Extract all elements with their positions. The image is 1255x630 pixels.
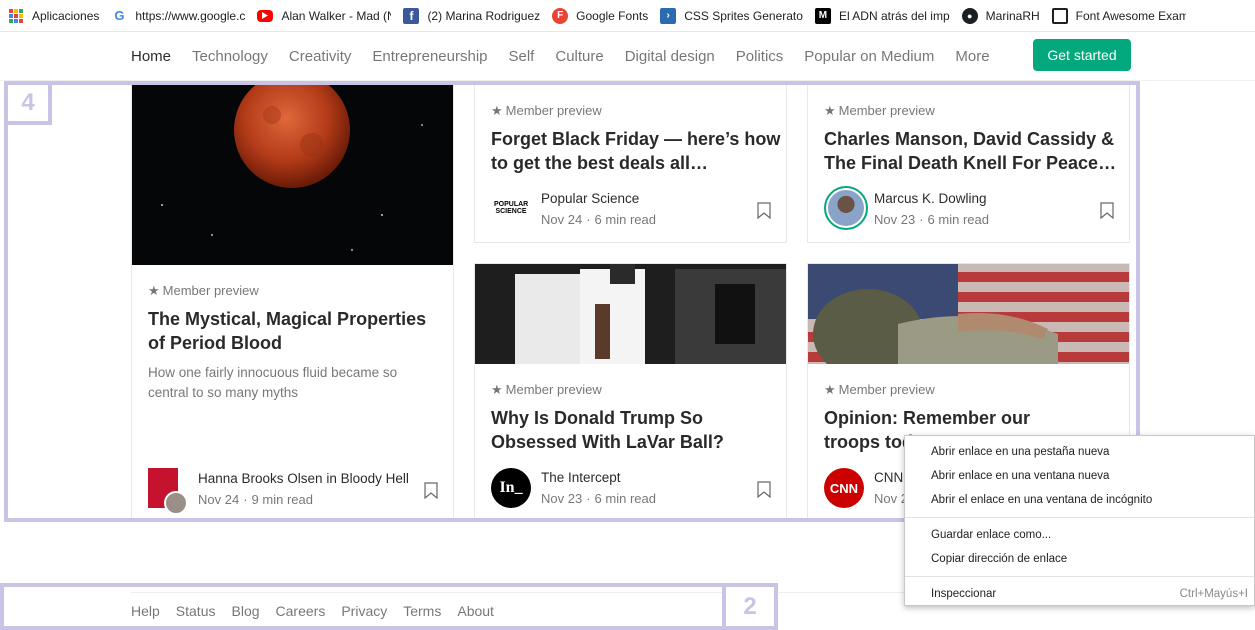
bookmark-google[interactable]: G https://www.google.c — [111, 0, 246, 31]
nav-entrepreneurship[interactable]: Entrepreneurship — [372, 48, 487, 65]
bookmark-label: Aplicaciones — [32, 8, 100, 23]
annotation-tag-2: 2 — [722, 583, 778, 630]
bookmark-facebook[interactable]: f (2) Marina Rodriguez — [403, 0, 541, 31]
bookmark-label: (2) Marina Rodriguez — [427, 8, 541, 23]
annotation-frame-footer — [0, 583, 726, 630]
ctx-open-new-window[interactable]: Abrir enlace en una ventana nueva — [905, 464, 1254, 488]
bookmark-label: Google Fonts — [576, 8, 649, 23]
apps-grid-icon — [8, 8, 24, 24]
bookmark-label: MarinaRH — [985, 8, 1040, 23]
google-icon: G — [114, 8, 125, 23]
nav-home[interactable]: Home — [131, 48, 171, 65]
ctx-inspect[interactable]: Inspeccionar Ctrl+Mayús+I — [905, 582, 1254, 606]
ctx-save-link-as[interactable]: Guardar enlace como... — [905, 523, 1254, 547]
medium-icon: M — [814, 7, 831, 24]
topic-nav: Home Technology Creativity Entrepreneurs… — [131, 40, 1011, 72]
get-started-button[interactable]: Get started — [1033, 39, 1131, 71]
bookmark-medium[interactable]: M El ADN atrás del imp — [814, 0, 950, 31]
bookmark-label: CSS Sprites Generato — [684, 8, 803, 23]
nav-self[interactable]: Self — [509, 48, 535, 65]
nav-digital-design[interactable]: Digital design — [625, 48, 715, 65]
bookmark-apps[interactable]: Aplicaciones — [8, 0, 100, 31]
ctx-open-new-tab[interactable]: Abrir enlace en una pestaña nueva — [905, 440, 1254, 464]
bookmark-label: Font Awesome Exam — [1075, 8, 1186, 23]
github-icon: ● — [961, 7, 978, 24]
youtube-icon — [257, 9, 274, 22]
bookmark-css-sprites[interactable]: › CSS Sprites Generato — [660, 0, 803, 31]
bookmark-font-awesome[interactable]: Font Awesome Exam — [1051, 0, 1186, 31]
bookmark-google-fonts[interactable]: F Google Fonts — [552, 0, 649, 31]
nav-culture[interactable]: Culture — [555, 48, 603, 65]
css-sprites-icon: › — [660, 7, 677, 24]
bookmark-label: Alan Walker - Mad (N — [281, 8, 392, 23]
bookmark-label: El ADN atrás del imp — [838, 8, 950, 23]
ctx-inspect-shortcut: Ctrl+Mayús+I — [1179, 588, 1248, 600]
bookmarks-bar: Aplicaciones G https://www.google.c Alan… — [0, 0, 1255, 32]
facebook-icon: f — [403, 7, 420, 24]
ctx-inspect-label: Inspeccionar — [931, 588, 997, 600]
ctx-separator — [905, 576, 1254, 577]
bookmark-github[interactable]: ● MarinaRH — [961, 0, 1040, 31]
annotation-tag-4: 4 — [4, 81, 52, 125]
nav-technology[interactable]: Technology — [192, 48, 268, 65]
bookmark-label: https://www.google.c — [135, 8, 246, 23]
bookmark-youtube[interactable]: Alan Walker - Mad (N — [257, 0, 392, 31]
ctx-open-incognito[interactable]: Abrir el enlace en una ventana de incógn… — [905, 488, 1254, 512]
nav-more[interactable]: More — [955, 48, 989, 65]
context-menu: Abrir enlace en una pestaña nueva Abrir … — [904, 435, 1255, 606]
nav-creativity[interactable]: Creativity — [289, 48, 352, 65]
ctx-separator — [905, 517, 1254, 518]
page-icon — [1051, 7, 1068, 24]
ctx-copy-link-address[interactable]: Copiar dirección de enlace — [905, 547, 1254, 571]
nav-politics[interactable]: Politics — [736, 48, 784, 65]
google-fonts-icon: F — [552, 7, 569, 24]
nav-popular-on-medium[interactable]: Popular on Medium — [804, 48, 934, 65]
